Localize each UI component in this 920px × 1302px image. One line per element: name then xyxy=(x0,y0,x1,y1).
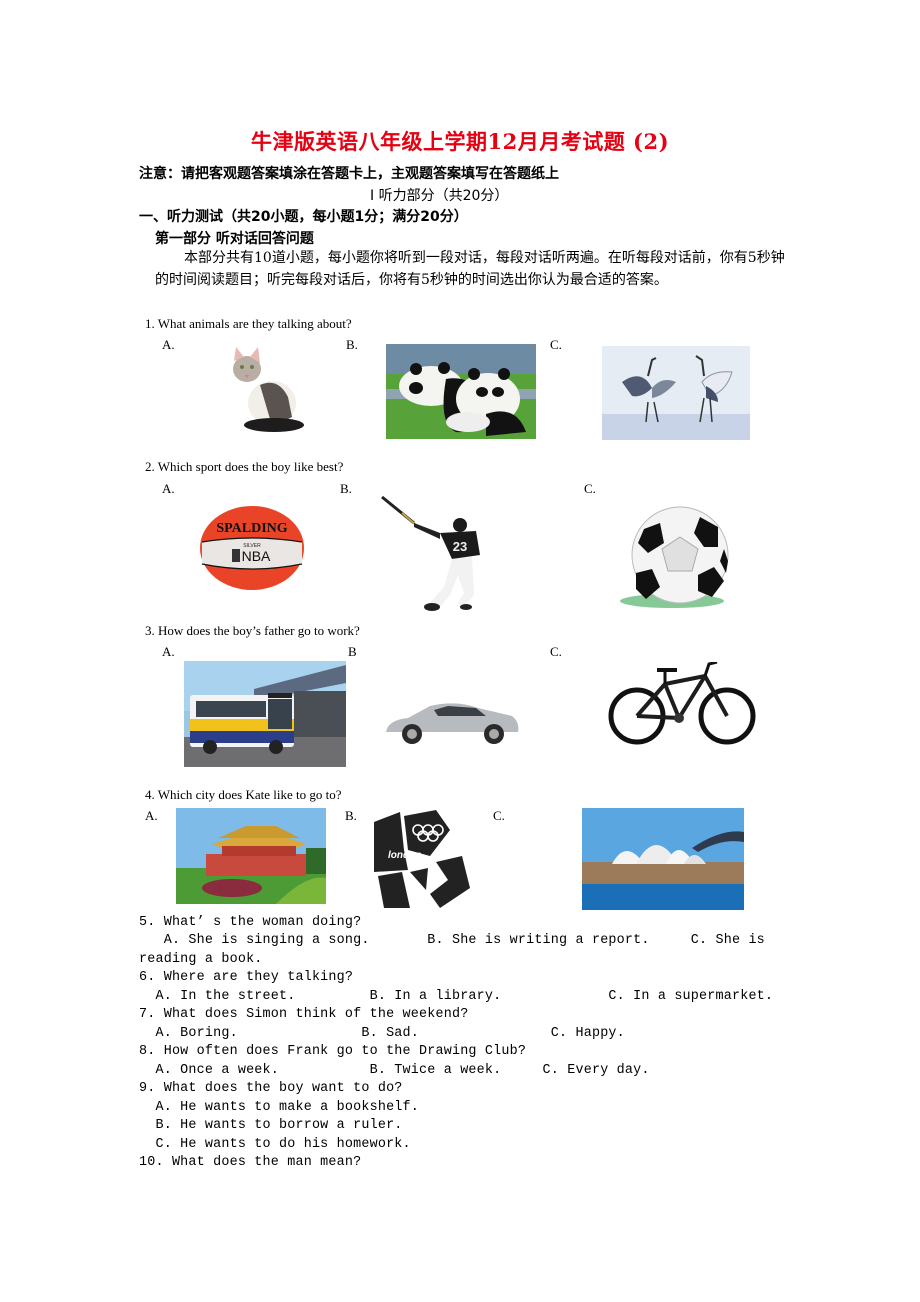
london-2012-logo-image: london xyxy=(370,810,478,910)
document-title: 牛津版英语八年级上学期12月月考试题 (2) xyxy=(250,129,670,154)
q4-option-b-label: B. xyxy=(345,808,357,823)
basketball-brand-text: SPALDING xyxy=(216,521,287,536)
part-heading: 一、听力测试（共20小题，每小题1分；满分20分） xyxy=(139,209,468,225)
q1-option-a-label: A. xyxy=(162,337,175,352)
question-6: 6. Where are they talking? xyxy=(139,970,354,985)
pandas-image xyxy=(386,344,536,439)
basketball-nba-text: NBA xyxy=(242,548,271,564)
q2-option-a-label: A. xyxy=(162,481,175,496)
tiananmen-image xyxy=(176,808,326,904)
question-10: 10. What does the man mean? xyxy=(139,1155,362,1170)
q4-option-c-label: C. xyxy=(493,808,505,823)
instructions-paragraph: 本部分共有10道小题，每小题你将听到一段对话，每段对话听两遍。在听每段对话前，你… xyxy=(155,250,785,288)
q2-option-c-label: C. xyxy=(584,481,596,496)
q3-option-a-label: A. xyxy=(162,644,175,659)
q1-option-c-label: C. xyxy=(550,337,562,352)
question-1: 1. What animals are they talking about? xyxy=(145,316,352,331)
q7-options: A. Boring. B. Sad. C. Happy. xyxy=(139,1026,625,1041)
q9-option-c: C. He wants to do his homework. xyxy=(139,1137,411,1152)
q9-option-a: A. He wants to make a bookshelf. xyxy=(139,1100,420,1115)
car-image xyxy=(382,698,522,748)
q5-options-line-2: reading a book. xyxy=(139,952,263,967)
question-8: 8. How often does Frank go to the Drawin… xyxy=(139,1044,527,1059)
question-9: 9. What does the boy want to do? xyxy=(139,1081,403,1096)
q2-option-b-label: B. xyxy=(340,481,352,496)
baseball-batter-image: 23 xyxy=(380,495,490,613)
q3-option-b-label: B xyxy=(348,644,357,659)
q8-options: A. Once a week. B. Twice a week. C. Ever… xyxy=(139,1063,650,1078)
london-logo-text: london xyxy=(388,850,421,861)
question-3: 3. How does the boy’s father go to work? xyxy=(145,623,360,638)
notice-text: 注意：请把客观题答案填涂在答题卡上，主观题答案填写在答题纸上 xyxy=(139,166,559,182)
question-7: 7. What does Simon think of the weekend? xyxy=(139,1007,469,1022)
q5-options-line-1: A. She is singing a song. B. She is writ… xyxy=(139,933,765,948)
bus-image xyxy=(184,661,346,767)
q1-option-b-label: B. xyxy=(346,337,358,352)
q6-options: A. In the street. B. In a library. C. In… xyxy=(139,989,774,1004)
soccer-ball-image xyxy=(600,503,740,611)
q4-option-a-label: A. xyxy=(145,808,158,823)
jersey-number: 23 xyxy=(453,539,467,554)
question-4: 4. Which city does Kate like to go to? xyxy=(145,787,342,802)
q9-option-b: B. He wants to borrow a ruler. xyxy=(139,1118,403,1133)
subpart-heading: 第一部分 听对话回答问题 xyxy=(155,231,314,247)
sydney-opera-house-image xyxy=(582,808,744,910)
basketball-image: SPALDING SILVER NBA xyxy=(198,504,306,592)
cranes-image xyxy=(602,346,750,440)
section-heading: I 听力部分（共20分） xyxy=(370,188,509,204)
bicycle-image xyxy=(605,662,759,748)
question-2: 2. Which sport does the boy like best? xyxy=(145,459,344,474)
q3-option-c-label: C. xyxy=(550,644,562,659)
cat-image xyxy=(222,347,310,433)
question-5: 5. What’ s the woman doing? xyxy=(139,915,362,930)
